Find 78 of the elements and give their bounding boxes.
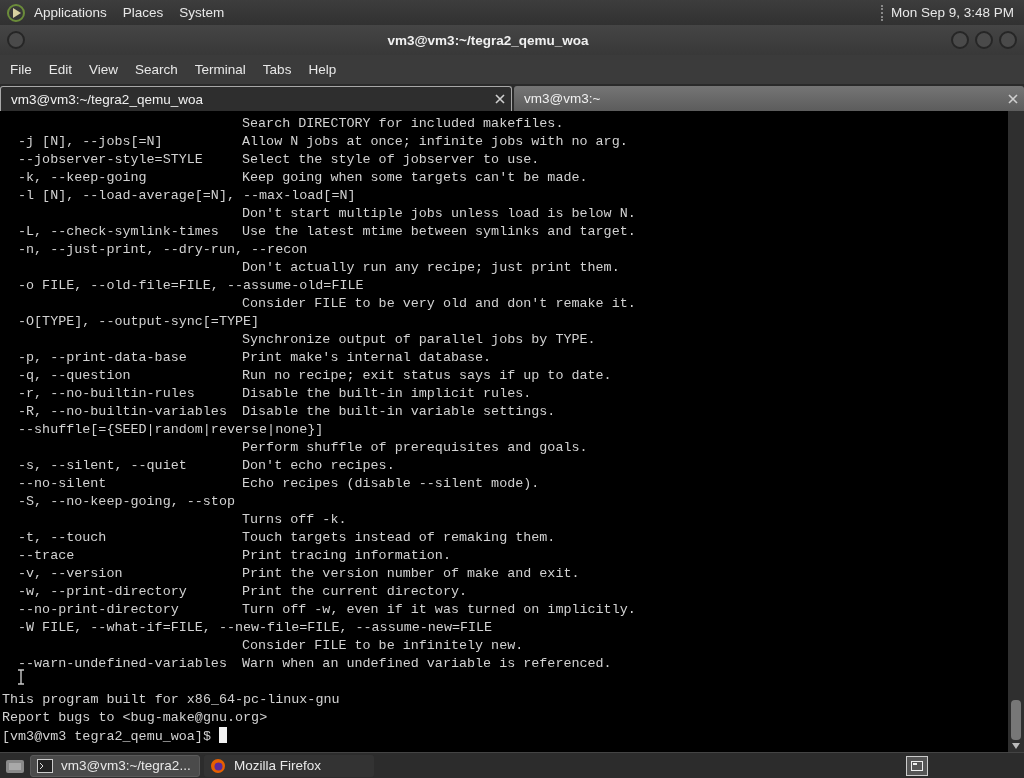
- option-name: --no-print-directory: [18, 601, 179, 619]
- option-name: -O[TYPE], --output-sync[=TYPE]: [18, 313, 260, 331]
- option-description: Search DIRECTORY for included makefiles.: [242, 115, 564, 133]
- menu-item[interactable]: View: [82, 62, 126, 77]
- option-name: --no-silent: [18, 475, 107, 493]
- option-description: Print make's internal database.: [242, 349, 492, 367]
- option-description: Keep going when some targets can't be made.: [242, 169, 588, 187]
- panel-menu[interactable]: System: [171, 5, 233, 20]
- terminal-icon: [37, 758, 53, 773]
- taskbar-button[interactable]: vm3@vm3:~/tegra2...: [30, 754, 200, 777]
- panel-menu[interactable]: Places: [114, 5, 172, 20]
- option-name: --warn-undefined-variables: [18, 655, 227, 673]
- menu-item[interactable]: Edit: [41, 62, 80, 77]
- scroll-down-icon[interactable]: [1011, 742, 1021, 750]
- option-description: Use the latest mtime between symlinks and target.: [242, 223, 636, 241]
- option-description: Print the version number of make and exit.: [242, 565, 580, 583]
- option-description: Touch targets instead of remaking them.: [242, 529, 556, 547]
- terminal-tab[interactable]: vm3@vm3:~: [514, 86, 1024, 111]
- option-description: Don't start multiple jobs unless load is below N.: [242, 205, 636, 223]
- option-description: Turn off -w, even if it was turned on implicitly.: [242, 601, 636, 619]
- option-description: Don't actually run any recipe; just print them.: [242, 259, 620, 277]
- panel-menu[interactable]: Applications: [26, 5, 115, 20]
- shell-prompt: [vm3@vm3 tegra2_qemu_woa]$: [2, 729, 211, 744]
- taskbar-button[interactable]: Mozilla Firefox: [204, 754, 374, 777]
- option-description: Don't echo recipes.: [242, 457, 395, 475]
- terminal-tab[interactable]: vm3@vm3:~/tegra2_qemu_woa: [0, 86, 512, 111]
- option-description: Turns off -k.: [242, 511, 347, 529]
- option-description: Warn when an undefined variable is referenced.: [242, 655, 612, 673]
- option-description: Consider FILE to be very old and don't remake it.: [242, 295, 636, 313]
- option-description: Consider FILE to be infinitely new.: [242, 637, 524, 655]
- clock[interactable]: Mon Sep 9, 3:48 PM: [884, 5, 1018, 20]
- close-icon[interactable]: [1008, 93, 1018, 104]
- option-description: Perform shuffle of prerequisites and goals.: [242, 439, 588, 457]
- option-name: --jobserver-style=STYLE: [18, 151, 203, 169]
- option-description: Disable the built-in variable settings.: [242, 403, 556, 421]
- option-name: -p, --print-data-base: [18, 349, 187, 367]
- option-name: -W FILE, --what-if=FILE, --new-file=FILE, --assume-new=FILE: [18, 619, 493, 637]
- option-name: -l [N], --load-average[=N], --max-load[=N]: [18, 187, 356, 205]
- window-icon: [911, 760, 923, 771]
- close-icon[interactable]: [495, 94, 505, 104]
- option-name: -j [N], --jobs[=N]: [18, 133, 163, 151]
- window-title: vm3@vm3:~/tegra2_qemu_woa: [386, 32, 590, 48]
- option-name: -o FILE, --old-file=FILE, --assume-old=FILE: [18, 277, 364, 295]
- option-name: -S, --no-keep-going, --stop: [18, 493, 235, 511]
- option-description: Echo recipes (disable --silent mode).: [242, 475, 540, 493]
- option-name: -s, --silent, --quiet: [18, 457, 187, 475]
- menu-item[interactable]: Tabs: [255, 62, 299, 77]
- option-name: -t, --touch: [18, 529, 107, 547]
- option-description: Run no recipe; exit status says if up to date.: [242, 367, 612, 385]
- option-name: -n, --just-print, --dry-run, --recon: [18, 241, 308, 259]
- distro-logo-icon[interactable]: [6, 2, 26, 23]
- option-name: -v, --version: [18, 565, 123, 583]
- option-name: --trace: [18, 547, 75, 565]
- menu-item[interactable]: Help: [301, 62, 344, 77]
- option-name: -w, --print-directory: [18, 583, 187, 601]
- menu-item[interactable]: Terminal: [187, 62, 253, 77]
- output-line: This program built for x86_64-pc-linux-gnu: [2, 692, 340, 707]
- option-name: -k, --keep-going: [18, 169, 147, 187]
- option-description: Select the style of jobserver to use.: [242, 151, 540, 169]
- output-line: Report bugs to <bug-make@gnu.org>: [2, 710, 268, 725]
- option-description: Synchronize output of parallel jobs by TYPE.: [242, 331, 596, 349]
- menu-item[interactable]: File: [3, 62, 39, 77]
- option-name: --shuffle[={SEED|random|reverse|none}]: [18, 421, 324, 439]
- menu-item[interactable]: Search: [128, 62, 185, 77]
- text-cursor: [218, 727, 227, 743]
- option-name: -R, --no-builtin-variables: [18, 403, 227, 421]
- option-name: -q, --question: [18, 367, 131, 385]
- scrollbar[interactable]: [1008, 111, 1024, 752]
- option-description: Print the current directory.: [242, 583, 467, 601]
- option-description: Allow N jobs at once; infinite jobs with no arg.: [242, 133, 628, 151]
- option-description: Print tracing information.: [242, 547, 451, 565]
- ibeam-cursor-icon: [17, 669, 25, 685]
- option-description: Disable the built-in implicit rules.: [242, 385, 532, 403]
- browser-globe-icon: [210, 757, 226, 774]
- option-name: -L, --check-symlink-times: [18, 223, 219, 241]
- workspace-switcher[interactable]: [906, 755, 928, 776]
- option-name: -r, --no-builtin-rules: [18, 385, 195, 403]
- scrollbar-thumb[interactable]: [1011, 700, 1021, 740]
